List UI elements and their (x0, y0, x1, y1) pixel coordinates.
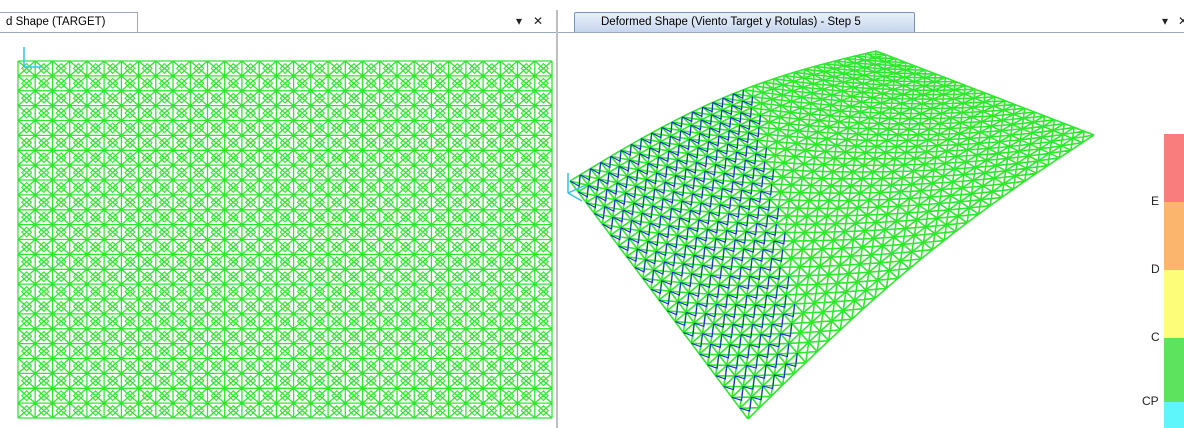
legend-color-bar-1 (1164, 202, 1184, 270)
tab-target-shape[interactable]: d Shape (TARGET) (0, 12, 138, 32)
tab-deformed-shape[interactable]: Deformed Shape (Viento Target y Rotulas)… (574, 12, 915, 32)
legend-label-e: E (1151, 194, 1160, 208)
legend-color-bar-2 (1164, 270, 1184, 338)
hinge-state-legend (1164, 134, 1184, 428)
close-pane-icon[interactable]: ✕ (1178, 12, 1184, 30)
legend-label-d: D (1151, 262, 1160, 276)
3d-view-canvas[interactable]: E D C CP (558, 33, 1184, 428)
right-view-pane: Deformed Shape (Viento Target y Rotulas)… (558, 10, 1184, 428)
window-list-dropdown-icon[interactable]: ▾ (516, 12, 522, 30)
right-tab-strip: Deformed Shape (Viento Target y Rotulas)… (558, 10, 1184, 33)
legend-label-cp: CP (1142, 394, 1159, 408)
legend-label-c: C (1151, 330, 1160, 344)
left-view-pane: d Shape (TARGET) ▾ ✕ (0, 10, 556, 428)
plan-view-canvas[interactable] (0, 33, 556, 428)
legend-color-bar-4 (1164, 402, 1184, 428)
plan-mesh-drawing (0, 33, 556, 428)
window-list-dropdown-icon[interactable]: ▾ (1162, 12, 1168, 30)
deformed-mesh-drawing (558, 33, 1184, 428)
left-tab-strip: d Shape (TARGET) ▾ ✕ (0, 10, 556, 33)
legend-color-bar-0 (1164, 134, 1184, 202)
legend-color-bar-3 (1164, 338, 1184, 402)
close-pane-icon[interactable]: ✕ (533, 12, 543, 30)
